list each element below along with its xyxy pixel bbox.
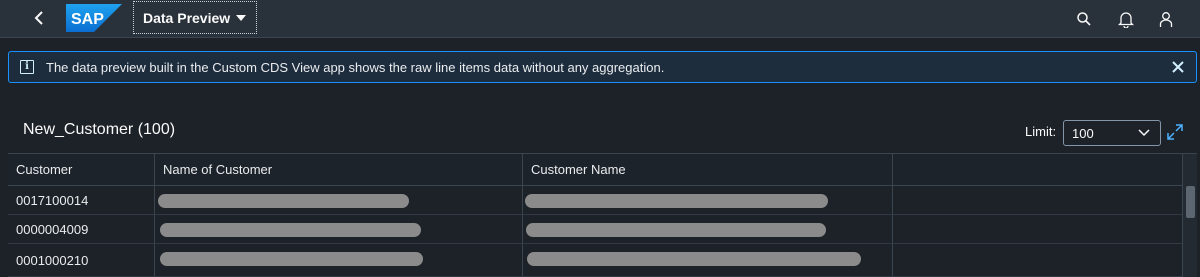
expand-icon (1167, 124, 1183, 140)
caret-down-icon (236, 14, 247, 21)
customer-name-cell (523, 215, 893, 243)
name-of-customer-cell (155, 215, 523, 243)
data-table: Customer Name of Customer Customer Name … (8, 153, 1197, 277)
sap-logo[interactable]: SAP (66, 4, 122, 32)
user-icon (1159, 11, 1173, 27)
redacted-value (158, 194, 409, 208)
back-button[interactable] (28, 6, 52, 30)
filler-cell (893, 244, 1182, 276)
column-header-filler (893, 154, 1182, 185)
chevron-down-icon (1138, 129, 1150, 137)
filler-cell (893, 215, 1182, 243)
column-header-name-of-customer[interactable]: Name of Customer (155, 154, 523, 185)
search-button[interactable] (1073, 8, 1095, 30)
table-header-row: Customer Name of Customer Customer Name (8, 154, 1182, 186)
column-header-customer-name[interactable]: Customer Name (523, 154, 893, 185)
app-title: Data Preview (143, 9, 231, 26)
scrollbar-thumb[interactable] (1186, 186, 1195, 218)
redacted-value (525, 194, 828, 208)
info-message-strip: i The data preview built in the Custom C… (8, 51, 1197, 83)
app-title-menu[interactable]: Data Preview (133, 1, 257, 34)
data-preview-panel: New_Customer (100) Limit: 100 Customer N… (8, 115, 1197, 277)
notifications-button[interactable] (1115, 8, 1137, 30)
search-icon (1077, 12, 1091, 26)
close-message-button[interactable] (1170, 59, 1186, 75)
limit-label: Limit: (1025, 124, 1057, 139)
customer-cell: 0000004009 (8, 215, 155, 243)
redacted-value (527, 252, 861, 266)
customer-cell: 0001000210 (8, 244, 155, 276)
name-of-customer-cell (155, 186, 523, 214)
table-title: New_Customer (100) (23, 121, 176, 138)
table-row[interactable]: 0001000210 (8, 244, 1182, 277)
close-icon (1172, 61, 1184, 73)
customer-name-cell (523, 186, 893, 214)
logo-text: SAP (71, 11, 104, 28)
back-icon (34, 11, 43, 25)
expand-button[interactable] (1166, 123, 1184, 141)
information-icon: i (20, 60, 34, 74)
vertical-scrollbar[interactable] (1182, 154, 1197, 277)
redacted-value (526, 223, 826, 237)
name-of-customer-cell (155, 244, 523, 276)
customer-cell: 0017100014 (8, 186, 155, 214)
user-button[interactable] (1155, 8, 1177, 30)
bell-icon (1118, 11, 1134, 28)
table-row[interactable]: 0017100014 (8, 186, 1182, 215)
limit-value: 100 (1072, 125, 1094, 141)
info-message-text: The data preview built in the Custom CDS… (46, 59, 665, 75)
redacted-value (160, 223, 421, 237)
filler-cell (893, 186, 1182, 214)
limit-select[interactable]: 100 (1063, 120, 1161, 146)
shell-bar: SAP Data Preview (0, 0, 1200, 38)
table-row[interactable]: 0000004009 (8, 215, 1182, 244)
column-header-customer[interactable]: Customer (8, 154, 155, 185)
customer-name-cell (523, 244, 893, 276)
redacted-value (160, 252, 423, 266)
